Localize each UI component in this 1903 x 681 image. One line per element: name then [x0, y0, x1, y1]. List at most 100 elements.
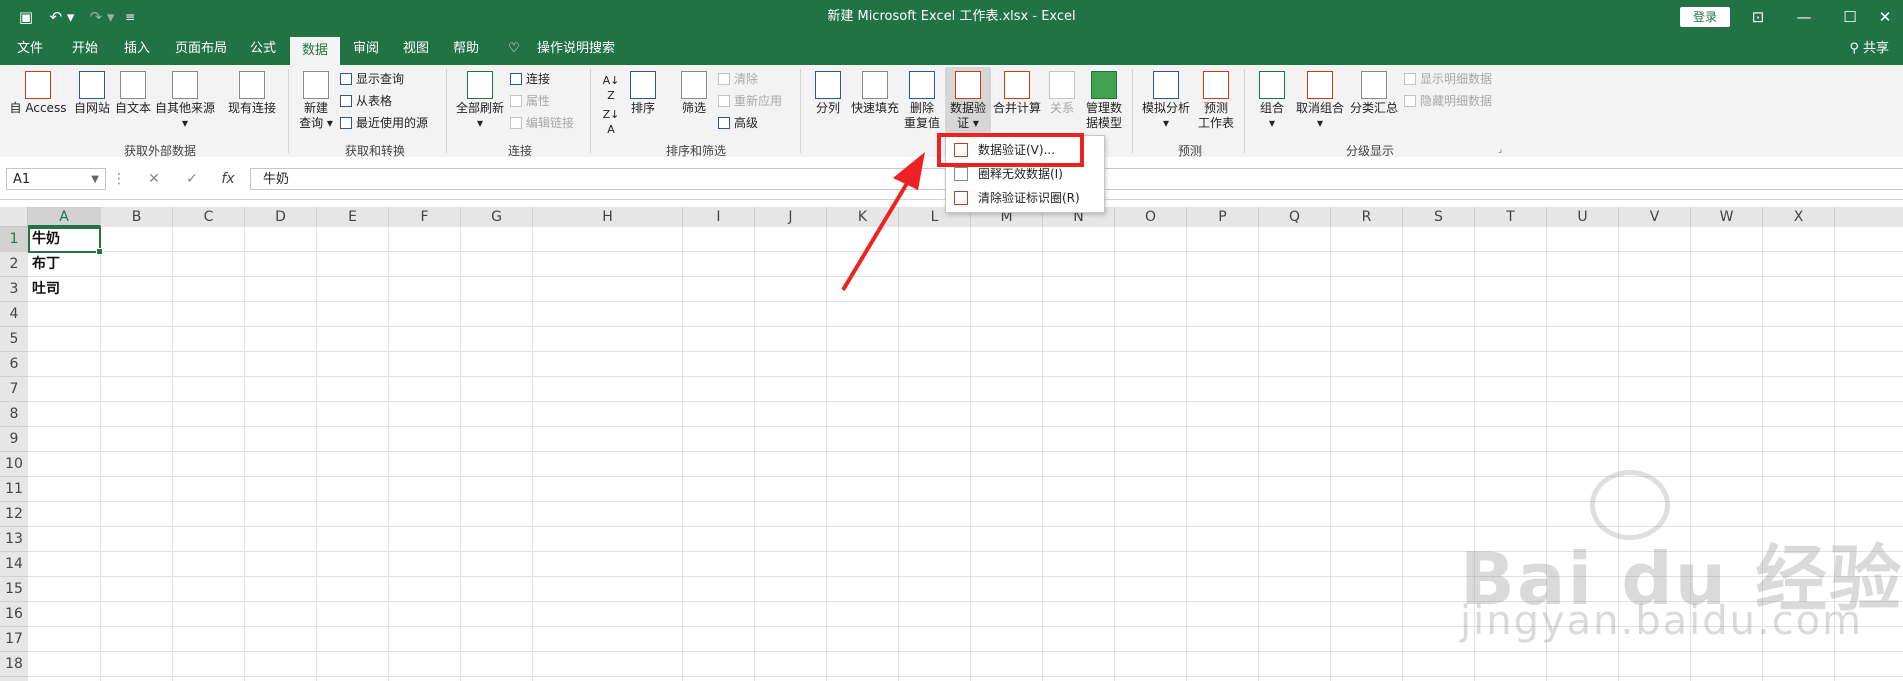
row-header-18[interactable]: 18 [0, 652, 28, 677]
column-header-s[interactable]: S [1403, 207, 1475, 227]
share-button[interactable]: ⚲ 共享 [1849, 33, 1889, 65]
column-header-o[interactable]: O [1115, 207, 1187, 227]
enter-icon[interactable]: ✓ [178, 168, 206, 190]
login-button[interactable]: 登录 [1680, 7, 1730, 27]
column-header-u[interactable]: U [1547, 207, 1619, 227]
column-header-v[interactable]: V [1619, 207, 1691, 227]
column-header-a[interactable]: A [28, 207, 101, 227]
row-header-11[interactable]: 11 [0, 477, 28, 502]
tab-review[interactable]: 审阅 [344, 33, 388, 65]
tab-page-layout[interactable]: 页面布局 [168, 33, 234, 65]
cell-a2[interactable]: 布丁 [32, 252, 60, 277]
row-header-10[interactable]: 10 [0, 452, 28, 477]
column-header-b[interactable]: B [101, 207, 173, 227]
row-header-3[interactable]: 3 [0, 277, 28, 302]
watermark-url: jingyan.baidu.com [1460, 598, 1864, 644]
data-validation-button[interactable]: 数据验证 ▾ [946, 71, 990, 131]
menu-item-clear-circles[interactable]: 清除验证标识圈(R) [946, 187, 1104, 209]
refresh-icon [467, 71, 493, 99]
consolidate-button[interactable]: 合并计算 [992, 71, 1042, 116]
cancel-icon[interactable]: ✕ [140, 168, 168, 190]
forecast-sheet-button[interactable]: 预测 工作表 [1194, 71, 1238, 131]
subtotal-button[interactable]: 分类汇总 [1348, 71, 1400, 116]
ribbon-display-icon[interactable]: ⊡ [1735, 0, 1781, 33]
column-header-j[interactable]: J [755, 207, 827, 227]
clear-filter-button[interactable]: 清除 [718, 70, 758, 88]
from-text-button[interactable]: 自文本 [112, 71, 154, 116]
sort-button[interactable]: 排序 [626, 71, 660, 116]
column-header-k[interactable]: K [827, 207, 899, 227]
column-header-g[interactable]: G [461, 207, 533, 227]
refresh-all-button[interactable]: 全部刷新 ▾ [454, 71, 506, 131]
row-header-17[interactable]: 17 [0, 627, 28, 652]
manage-data-model-button[interactable]: 管理数 据模型 [1082, 71, 1126, 131]
row-header-16[interactable]: 16 [0, 602, 28, 627]
dialog-launcher-icon[interactable]: ⌟ [1494, 143, 1506, 158]
tab-file[interactable]: 文件 [8, 33, 52, 65]
row-header-12[interactable]: 12 [0, 502, 28, 527]
from-table-button[interactable]: 从表格 [340, 92, 392, 110]
new-query-label-2: 查询 ▾ [299, 116, 333, 130]
column-header-w[interactable]: W [1691, 207, 1763, 227]
from-access-button[interactable]: 自 Access [8, 71, 68, 116]
show-queries-button[interactable]: 显示查询 [340, 70, 404, 88]
what-if-analysis-button[interactable]: 模拟分析 ▾ [1140, 71, 1192, 131]
column-header-r[interactable]: R [1331, 207, 1403, 227]
column-header-x[interactable]: X [1763, 207, 1835, 227]
recent-sources-button[interactable]: 最近使用的源 [340, 114, 428, 132]
group-button[interactable]: 组合 ▾ [1252, 71, 1292, 131]
text-to-columns-button[interactable]: 分列 [808, 71, 848, 116]
row-header-15[interactable]: 15 [0, 577, 28, 602]
sort-descending-button[interactable]: Z↓ A [598, 107, 624, 137]
column-header-e[interactable]: E [317, 207, 389, 227]
row-header-14[interactable]: 14 [0, 552, 28, 577]
insert-function-icon[interactable]: fx [214, 168, 242, 190]
column-header-c[interactable]: C [173, 207, 245, 227]
sort-ascending-button[interactable]: A↓ Z [598, 73, 624, 103]
remove-duplicates-button[interactable]: 删除 重复值 [902, 71, 942, 131]
row-header-2[interactable]: 2 [0, 252, 28, 277]
show-detail-button[interactable]: 显示明细数据 [1404, 70, 1492, 88]
tab-view[interactable]: 视图 [394, 33, 438, 65]
column-header-p[interactable]: P [1187, 207, 1259, 227]
row-header-7[interactable]: 7 [0, 377, 28, 402]
relationships-button[interactable]: 关系 [1044, 71, 1080, 116]
name-box[interactable]: A1 ▼ [6, 168, 106, 190]
tell-me-search[interactable]: 操作说明搜索 [528, 33, 624, 65]
column-header-f[interactable]: F [389, 207, 461, 227]
column-header-t[interactable]: T [1475, 207, 1547, 227]
advanced-filter-button[interactable]: 高级 [718, 114, 758, 132]
hide-detail-button[interactable]: 隐藏明细数据 [1404, 92, 1492, 110]
connections-button[interactable]: 连接 [510, 70, 550, 88]
existing-connections-button[interactable]: 现有连接 [226, 71, 278, 116]
from-other-sources-button[interactable]: 自其他来源 ▾ [154, 71, 216, 131]
row-header-6[interactable]: 6 [0, 352, 28, 377]
column-header-q[interactable]: Q [1259, 207, 1331, 227]
column-header-d[interactable]: D [245, 207, 317, 227]
filter-button[interactable]: 筛选 [676, 71, 712, 116]
properties-button[interactable]: 属性 [510, 92, 550, 110]
minimize-icon[interactable]: — [1781, 0, 1827, 33]
flash-fill-button[interactable]: 快速填充 [850, 71, 900, 116]
row-header-13[interactable]: 13 [0, 527, 28, 552]
from-web-button[interactable]: 自网站 [72, 71, 112, 116]
tab-formulas[interactable]: 公式 [240, 33, 286, 65]
edit-links-button[interactable]: 编辑链接 [510, 114, 574, 132]
row-header-9[interactable]: 9 [0, 427, 28, 452]
tab-home[interactable]: 开始 [60, 33, 110, 65]
tab-help[interactable]: 帮助 [444, 33, 488, 65]
reapply-button[interactable]: 重新应用 [718, 92, 782, 110]
ungroup-button[interactable]: 取消组合 ▾ [1294, 71, 1346, 131]
tab-data[interactable]: 数据 [290, 37, 340, 65]
select-all-button[interactable] [0, 207, 28, 227]
new-query-button[interactable]: 新建 查询 ▾ [296, 71, 336, 131]
tab-insert[interactable]: 插入 [112, 33, 162, 65]
row-header-4[interactable]: 4 [0, 302, 28, 327]
cell-a3[interactable]: 吐司 [32, 277, 60, 302]
row-header-8[interactable]: 8 [0, 402, 28, 427]
row-header-5[interactable]: 5 [0, 327, 28, 352]
column-header-i[interactable]: I [683, 207, 755, 227]
row-header-1[interactable]: 1 [0, 227, 28, 252]
column-header-h[interactable]: H [533, 207, 683, 227]
close-icon[interactable]: ✕ [1862, 0, 1903, 33]
